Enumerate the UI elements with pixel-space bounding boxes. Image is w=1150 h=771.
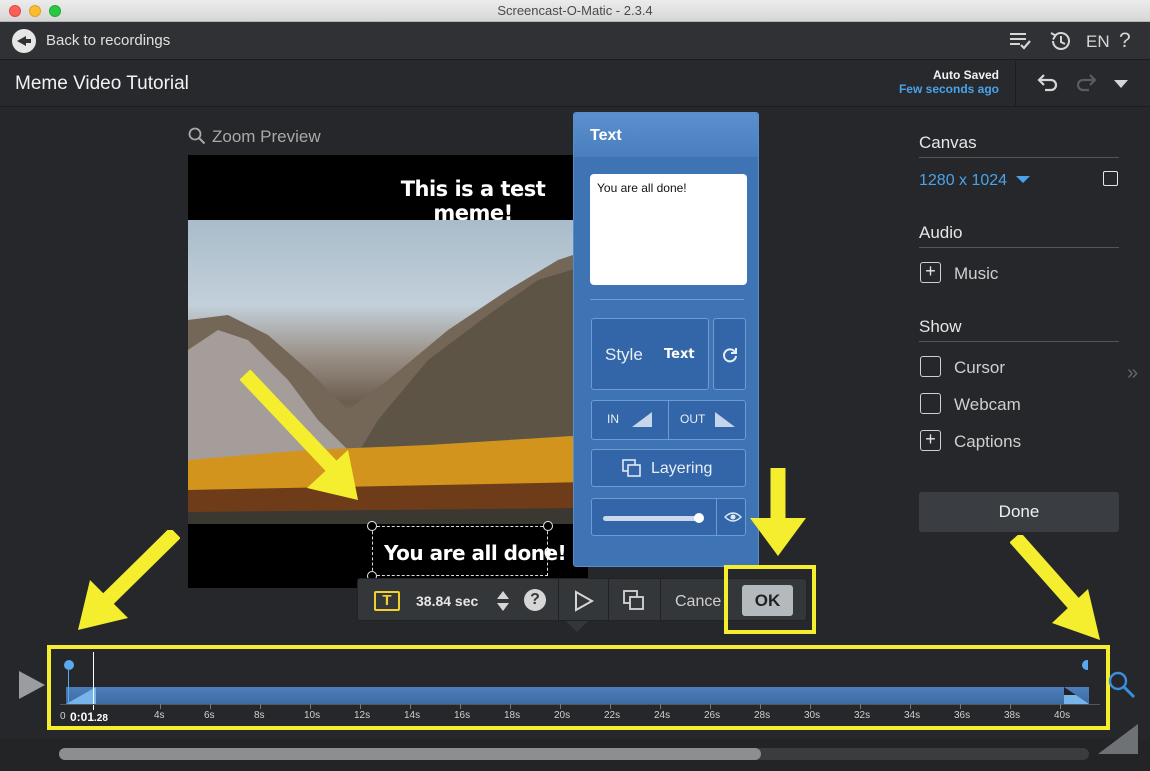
side-digit: 0 <box>544 545 552 560</box>
section-divider <box>919 157 1119 158</box>
section-divider <box>919 341 1119 342</box>
layering-button[interactable]: Layering <box>591 449 746 487</box>
captions-label[interactable]: Captions <box>954 432 1021 452</box>
in-transition-button[interactable]: IN <box>592 401 669 439</box>
autosave-time: Few seconds ago <box>898 82 999 96</box>
add-captions-icon[interactable]: + <box>920 430 941 451</box>
title-bar: Screencast-O-Matic - 2.3.4 <box>0 0 1150 22</box>
opacity-slider-thumb[interactable] <box>694 513 704 523</box>
minimize-window-button[interactable] <box>29 5 41 17</box>
help-circle-icon[interactable]: ? <box>524 589 546 611</box>
refresh-style-button[interactable] <box>713 318 746 390</box>
canvas-heading: Canvas <box>919 133 977 152</box>
audio-heading: Audio <box>919 223 963 242</box>
language-selector[interactable]: EN <box>1086 32 1110 52</box>
refresh-icon <box>721 346 739 369</box>
top-bar: Back to recordings EN ? <box>0 22 1150 60</box>
timeline-zoom-icon[interactable] <box>1107 670 1137 705</box>
autosave-status: Auto Saved Few seconds ago <box>899 68 999 96</box>
more-menu-chevron-icon[interactable] <box>1114 80 1128 88</box>
horizontal-scrollbar[interactable] <box>0 724 1150 771</box>
collapse-panel-icon[interactable]: » <box>1127 362 1138 385</box>
back-arrow-icon[interactable] <box>12 29 36 53</box>
header-divider <box>1015 61 1016 107</box>
zoom-preview-label: Zoom Preview <box>212 127 321 146</box>
text-content-input[interactable]: You are all done! <box>590 174 747 285</box>
show-heading: Show <box>919 317 962 336</box>
toolbar-divider <box>608 579 609 622</box>
zoom-preview-button[interactable]: Zoom Preview <box>188 127 321 150</box>
project-title[interactable]: Meme Video Tutorial <box>15 73 189 95</box>
redo-icon[interactable] <box>1074 71 1098 99</box>
duplicate-icon[interactable] <box>623 590 645 633</box>
meme-bottom-text[interactable]: You are all done! <box>384 541 567 565</box>
out-label: OUT <box>680 412 706 426</box>
toolbar-divider <box>660 579 661 622</box>
tasks-checklist-icon[interactable] <box>1009 31 1031 56</box>
layers-icon <box>622 459 642 482</box>
zoom-window-button[interactable] <box>49 5 61 17</box>
add-music-icon[interactable]: + <box>920 262 941 283</box>
cursor-label[interactable]: Cursor <box>954 358 1005 378</box>
meme-top-text: This is a test meme! <box>400 177 546 225</box>
control-divider <box>716 499 717 535</box>
webcam-label[interactable]: Webcam <box>954 395 1021 415</box>
arrow-annotation <box>240 370 358 500</box>
play-icon[interactable] <box>19 671 45 704</box>
toolbar-divider <box>558 579 559 622</box>
history-icon[interactable] <box>1048 29 1072 58</box>
music-label[interactable]: Music <box>954 264 998 284</box>
fade-out-icon <box>715 412 735 427</box>
zoom-level-wedge-icon[interactable] <box>1098 724 1138 754</box>
cursor-checkbox[interactable] <box>920 356 941 377</box>
undo-icon[interactable] <box>1036 71 1060 99</box>
ok-highlight-box <box>724 565 816 634</box>
arrow-annotation <box>750 468 806 556</box>
arrow-annotation <box>1010 535 1100 640</box>
canvas-size-value: 1280 x 1024 <box>919 172 1008 189</box>
layering-label: Layering <box>651 460 713 477</box>
scroll-thumb[interactable] <box>59 748 761 760</box>
arrow-annotation <box>78 530 180 630</box>
text-panel-title: Text <box>574 113 758 157</box>
close-window-button[interactable] <box>9 5 21 17</box>
back-to-recordings-link[interactable]: Back to recordings <box>46 32 170 49</box>
autosave-title: Auto Saved <box>932 68 999 82</box>
text-overlay-icon: T <box>374 591 400 611</box>
chevron-down-icon <box>1015 176 1030 183</box>
duration-value[interactable]: 38.84 sec <box>416 593 478 611</box>
project-header: Meme Video Tutorial Auto Saved Few secon… <box>0 61 1150 107</box>
toolbar-pointer <box>566 621 588 632</box>
transition-in-out-group: IN OUT <box>591 400 746 440</box>
panel-divider <box>590 299 744 300</box>
magnifier-icon <box>188 127 206 150</box>
resize-handle[interactable] <box>367 521 377 531</box>
window-title: Screencast-O-Matic - 2.3.4 <box>497 3 653 18</box>
opacity-control <box>591 498 746 536</box>
webcam-checkbox[interactable] <box>920 393 941 414</box>
help-icon[interactable]: ? <box>1119 29 1131 53</box>
app-window: Screencast-O-Matic - 2.3.4 Back to recor… <box>0 0 1150 771</box>
opacity-slider-track[interactable] <box>603 516 701 521</box>
canvas-checkbox[interactable] <box>1103 171 1118 186</box>
done-button[interactable]: Done <box>919 492 1119 532</box>
timeline-highlight-box <box>47 645 1110 730</box>
canvas-size-dropdown[interactable]: 1280 x 1024 <box>919 172 1030 190</box>
section-divider <box>919 247 1119 248</box>
text-properties-panel: Text You are all done! Style Text IN OUT <box>573 112 759 567</box>
duration-stepper-icon[interactable] <box>496 588 510 616</box>
style-button[interactable]: Style Text <box>591 318 709 390</box>
in-label: IN <box>607 412 619 426</box>
visibility-eye-icon[interactable] <box>724 510 742 529</box>
style-label: Style <box>605 345 643 364</box>
resize-handle[interactable] <box>543 521 553 531</box>
out-transition-button[interactable]: OUT <box>670 401 746 439</box>
style-sample-text: Text <box>664 347 695 362</box>
fade-in-icon <box>632 412 652 427</box>
cancel-button[interactable]: Cance <box>675 593 721 613</box>
